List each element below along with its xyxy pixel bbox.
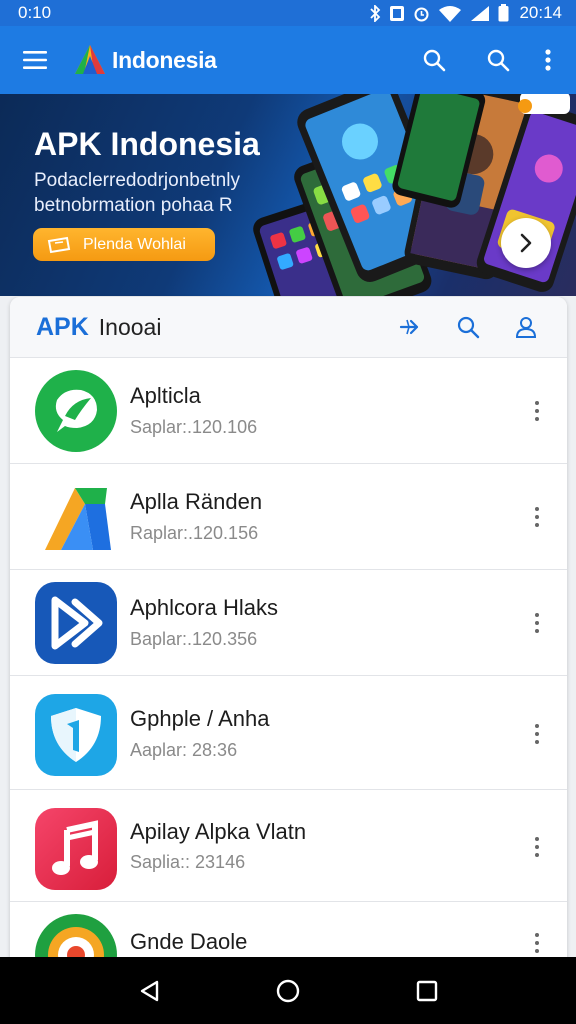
- bluetooth-icon: [370, 4, 381, 22]
- account-button[interactable]: [509, 310, 543, 344]
- card-subtitle: Inooai: [98, 313, 162, 340]
- system-nav-bar: [0, 957, 576, 1024]
- nfc-icon: [390, 5, 405, 21]
- status-clock: 20:14: [519, 3, 562, 22]
- play-forward-icon: [35, 582, 117, 664]
- app-name: Gphple / Anha: [130, 706, 270, 731]
- app-list-card: APK Inooai Aplticla Saplar:.120.106 Apll…: [10, 297, 567, 977]
- signal-icon: [471, 5, 490, 21]
- more-options-button[interactable]: [527, 832, 547, 862]
- app-meta: Saplar:.120.106: [130, 417, 258, 437]
- alarm-icon: [414, 7, 429, 21]
- app-name: Aphlcora Hlaks: [130, 595, 278, 620]
- status-icons: 20:14: [369, 3, 562, 23]
- search-icon: [423, 49, 446, 72]
- banner-cta-button[interactable]: Plenda Wohlai: [33, 228, 215, 261]
- chat-bubble-icon: [35, 370, 117, 452]
- app-logo-icon: [75, 45, 105, 74]
- search-icon: [487, 49, 510, 72]
- recents-square-icon: [416, 980, 437, 1001]
- list-item[interactable]: Gphple / Anha Aaplar: 28:36: [10, 676, 567, 790]
- recents-button[interactable]: [407, 971, 447, 1011]
- status-time: 0:10: [18, 3, 52, 22]
- search-button[interactable]: [414, 40, 454, 80]
- banner-title: APK Indonesia: [34, 126, 260, 162]
- more-vert-icon: [545, 49, 551, 71]
- person-icon: [515, 317, 537, 338]
- search-button-2[interactable]: [478, 40, 518, 80]
- shield-icon: [35, 694, 117, 776]
- app-name: Apilay Alpka Vlatn: [130, 819, 307, 844]
- app-meta: Aaplar: 28:36: [130, 740, 238, 760]
- music-note-icon: [35, 808, 117, 890]
- back-triangle-icon: [141, 980, 159, 1001]
- more-options-button[interactable]: [527, 608, 547, 638]
- search-icon: [457, 316, 480, 339]
- home-button[interactable]: [268, 971, 308, 1011]
- hamburger-icon: [23, 51, 47, 69]
- app-meta: Baplar:.120.356: [130, 629, 258, 649]
- more-options-button[interactable]: [527, 719, 547, 749]
- app-name: Gnde Daole: [130, 929, 248, 954]
- triangle-a-icon: [35, 476, 117, 558]
- app-bar: Indonesia: [0, 26, 576, 94]
- more-options-button[interactable]: [527, 928, 547, 958]
- chevron-right-icon: [520, 233, 532, 253]
- banner-subtitle-line-2: betnobrmation pohaa R: [34, 195, 233, 216]
- banner-subtitle: Podaclerredodrjonbetnly betnobrmation po…: [34, 168, 284, 218]
- banner-next-button[interactable]: [501, 218, 551, 268]
- list-item[interactable]: Apilay Alpka Vlatn Saplia:: 23146: [10, 790, 567, 902]
- more-options-button[interactable]: [527, 396, 547, 426]
- overflow-menu-button[interactable]: [538, 40, 558, 80]
- battery-icon: [498, 4, 509, 22]
- list-item[interactable]: Aphlcora Hlaks Baplar:.120.356: [10, 570, 567, 676]
- app-name: Aplla Ränden: [130, 489, 263, 514]
- app-title: Indonesia: [112, 46, 217, 73]
- ticket-icon: [47, 236, 71, 253]
- banner-subtitle-line-1: Podaclerredodrjonbetnly: [34, 170, 240, 191]
- list-item[interactable]: Aplticla Saplar:.120.106: [10, 358, 567, 464]
- back-button[interactable]: [129, 971, 169, 1011]
- list-item[interactable]: Aplla Ränden Raplar:.120.156: [10, 464, 567, 570]
- banner-cta-label: Plenda Wohlai: [83, 235, 186, 253]
- promo-banner[interactable]: APK Indonesia Podaclerredodrjonbetnly be…: [0, 94, 576, 296]
- app-meta: Saplia:: 23146: [130, 852, 246, 872]
- app-meta: Raplar:.120.156: [130, 523, 259, 543]
- status-bar: 0:10 20:14: [0, 0, 576, 26]
- app-name: Aplticla: [130, 383, 201, 408]
- card-brand: APK: [36, 312, 89, 341]
- home-circle-icon: [276, 979, 300, 1002]
- wifi-icon: [439, 5, 462, 22]
- card-header: APK Inooai: [10, 297, 567, 358]
- menu-button[interactable]: [18, 43, 52, 77]
- share-button[interactable]: [393, 310, 427, 344]
- more-options-button[interactable]: [527, 502, 547, 532]
- card-search-button[interactable]: [451, 310, 485, 344]
- send-icon: [399, 319, 419, 335]
